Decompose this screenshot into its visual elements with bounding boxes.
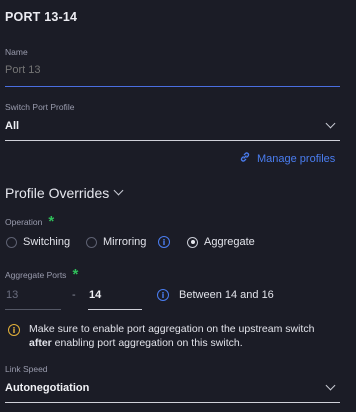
aggregate-ports-label-row: Aggregate Ports * <box>5 266 79 283</box>
operation-option-label: Switching <box>23 236 71 248</box>
operation-option-mirroring[interactable]: Mirroring <box>86 236 146 248</box>
operation-option-aggregate[interactable]: Aggregate <box>187 236 255 248</box>
operation-option-label: Aggregate <box>204 236 255 248</box>
profile-label: Switch Port Profile <box>5 102 75 112</box>
aggregate-from-underline <box>5 309 61 310</box>
operation-option-label: Mirroring <box>103 236 147 248</box>
link-icon <box>239 151 251 166</box>
manage-profiles-link[interactable]: Manage profiles <box>239 151 335 166</box>
aggregate-from-value: 13 <box>6 289 19 301</box>
warning-line-2-rest: enabling port aggregation on this switch… <box>51 337 243 349</box>
range-separator: - <box>72 289 76 301</box>
operation-label-row: Operation * <box>5 213 55 230</box>
aggregate-to-input[interactable]: 14 <box>89 289 101 301</box>
name-label: Name <box>5 47 28 57</box>
chevron-down-icon <box>325 380 336 391</box>
warning-line-1: Make sure to enable port aggregation on … <box>29 323 315 335</box>
profile-value: All <box>5 120 20 132</box>
profile-overrides-heading: Profile Overrides <box>5 185 110 201</box>
aggregate-range-hint: Between 14 and 16 <box>179 289 274 301</box>
profile-select[interactable]: All <box>5 117 340 139</box>
warning-emphasis: after <box>29 337 52 349</box>
required-asterisk: * <box>48 213 55 230</box>
operation-option-switching[interactable]: Switching <box>6 236 70 248</box>
warning-line-2: after enabling port aggregation on this … <box>29 336 349 350</box>
operation-label: Operation <box>5 217 43 227</box>
info-icon[interactable]: i <box>157 289 169 301</box>
link-speed-value: Autonegotiation <box>5 382 90 394</box>
link-speed-label: Link Speed <box>5 364 48 374</box>
radio-unselected-icon <box>6 236 17 248</box>
link-speed-select[interactable]: Autonegotiation <box>5 379 340 401</box>
profile-overrides-toggle[interactable]: Profile Overrides <box>5 185 124 201</box>
required-asterisk: * <box>72 266 79 283</box>
profile-select-underline <box>5 140 340 141</box>
aggregate-ports-label: Aggregate Ports <box>5 270 67 280</box>
manage-profiles-label: Manage profiles <box>257 152 336 165</box>
radio-selected-icon <box>187 236 198 248</box>
radio-unselected-icon <box>86 236 97 248</box>
name-input-underline <box>5 86 340 87</box>
warning-info-icon: i <box>8 324 20 336</box>
aggregate-to-underline <box>88 309 142 310</box>
aggregation-warning: Make sure to enable port aggregation on … <box>29 322 349 350</box>
chevron-down-icon <box>325 118 336 129</box>
info-icon[interactable]: i <box>158 236 170 248</box>
link-speed-underline <box>5 402 340 403</box>
name-input[interactable] <box>5 64 339 76</box>
panel-title: PORT 13-14 <box>5 10 78 24</box>
chevron-down-icon <box>113 185 124 196</box>
